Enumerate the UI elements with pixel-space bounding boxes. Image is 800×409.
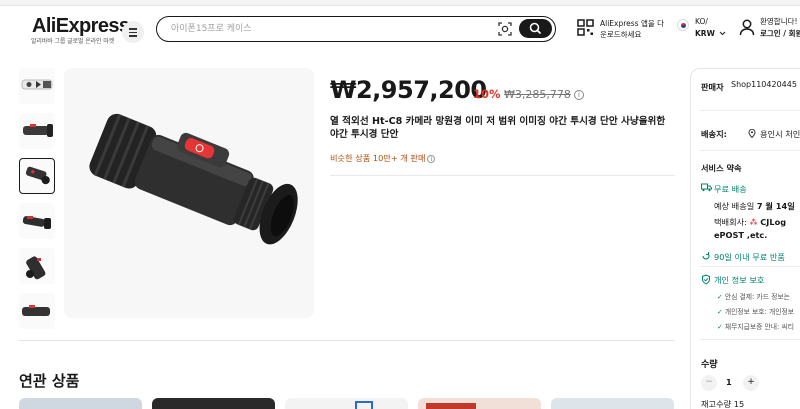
- free-shipping: 무료 배송: [714, 184, 747, 194]
- sold-count-text: 비슷한 상품 10만+ 개 판매: [330, 153, 426, 163]
- image-search-icon[interactable]: [498, 22, 512, 36]
- service-promise-title: 서비스 약속: [701, 163, 742, 173]
- info-icon[interactable]: i: [574, 90, 584, 100]
- quantity-value[interactable]: 1: [726, 377, 732, 387]
- related-product-1[interactable]: [19, 398, 142, 409]
- location-pin-icon: [748, 129, 756, 138]
- sold-info-icon[interactable]: i: [427, 154, 436, 163]
- hamburger-icon: [129, 28, 137, 30]
- aliexpress-logo[interactable]: AliExpress: [32, 15, 130, 38]
- related-product-4-graphic: [426, 403, 476, 409]
- delivery-label: 예상 배송일: [714, 201, 755, 211]
- sold-count: 비슷한 상품 10만+ 개 판매 i: [330, 152, 436, 164]
- divider: [330, 175, 675, 176]
- search-bar: [156, 16, 556, 42]
- thumbnail-2[interactable]: [19, 113, 55, 149]
- quantity-decrease-button[interactable]: −: [701, 375, 717, 391]
- original-price: ₩3,285,778: [504, 88, 571, 101]
- courier-name: CJLog: [760, 217, 787, 227]
- shipping-location[interactable]: 용인시 처인: [760, 128, 800, 140]
- seller-label: 판매자: [701, 82, 724, 92]
- welcome-text: 환영합니다!: [760, 17, 798, 26]
- courier-info: 택배회사: ⁂ CJLog: [714, 216, 786, 228]
- privacy-item-1-text: 안심 결제: 카드 정보는: [724, 293, 790, 301]
- thumbnail-4[interactable]: [19, 203, 55, 239]
- login-link[interactable]: 로그인 / 회원: [760, 28, 800, 40]
- product-main-image[interactable]: [64, 68, 314, 318]
- menu-button[interactable]: [122, 21, 144, 43]
- related-products-title: 연관 상품: [19, 372, 80, 390]
- search-input[interactable]: [171, 21, 481, 37]
- shield-icon: [702, 274, 710, 285]
- privacy-item-2-text: 개인정보 보호: 개인정보: [724, 308, 795, 316]
- related-product-3-graphic: [355, 401, 373, 409]
- free-return[interactable]: 90일 이내 무료 반품: [714, 251, 785, 263]
- stock-count: 재고수량 15: [701, 399, 745, 409]
- privacy-title[interactable]: 개인 정보 보호: [714, 274, 764, 286]
- related-product-3[interactable]: [285, 398, 408, 409]
- thumbnail-image: [22, 305, 50, 316]
- thumbnail-5[interactable]: [19, 248, 55, 284]
- divider: [19, 340, 675, 341]
- privacy-item-2: ✓ 개인정보 보호: 개인정보: [717, 306, 794, 316]
- hamburger-icon-line: [129, 31, 137, 33]
- courier-logo-icon: ⁂: [749, 217, 758, 227]
- thumbnail-image: [22, 216, 51, 229]
- search-button[interactable]: [519, 19, 552, 38]
- price: ₩2,957,200: [330, 76, 487, 104]
- app-line-2: 운로드하세요: [600, 30, 642, 39]
- privacy-item-1: ✓ 안심 결제: 카드 정보는: [717, 291, 790, 301]
- thumbnail-image: [21, 79, 53, 90]
- thumbnail-6[interactable]: [19, 293, 55, 329]
- korea-flag-icon: [677, 19, 689, 31]
- app-download[interactable]: AliExpress 앱을 다 운로드하세요: [577, 17, 667, 41]
- related-product-4[interactable]: [418, 398, 541, 409]
- logo-tagline: 알리바바 그룹 글로벌 온라인 마켓: [31, 38, 115, 45]
- related-product-5[interactable]: [551, 398, 674, 409]
- shipping-label: 배송지:: [701, 129, 727, 139]
- thumbnail-image: [23, 124, 53, 137]
- app-download-text: AliExpress 앱을 다 운로드하세요: [600, 18, 664, 40]
- app-line-1: AliExpress 앱을 다: [600, 19, 665, 28]
- thumbnail-image: [25, 166, 50, 185]
- divider: [700, 266, 800, 267]
- header: AliExpress 알리바바 그룹 글로벌 온라인 마켓 AliExpre: [0, 6, 800, 50]
- search-icon: [529, 22, 541, 34]
- thumbnail-3-selected[interactable]: [19, 158, 55, 194]
- related-product-2[interactable]: [152, 398, 275, 409]
- privacy-item-3-text: 채무지급보증 안내: 씨티: [724, 323, 795, 331]
- thermal-monocular-image: [89, 113, 298, 245]
- check-icon: ✓: [717, 293, 723, 301]
- quantity-increase-button[interactable]: +: [743, 375, 759, 391]
- thumbnail-1[interactable]: [19, 68, 55, 104]
- chevron-down-icon: [719, 31, 726, 36]
- product-title: 열 적외선 Ht-C8 카메라 망원경 이미 저 범위 이미징 야간 투시경 단…: [330, 116, 666, 140]
- divider: [700, 339, 800, 340]
- courier-more: ePOST ,etc.: [714, 230, 768, 240]
- currency-label: KRW: [695, 29, 715, 38]
- discount-percent: 10%: [473, 87, 501, 101]
- qr-code-icon: [577, 19, 594, 36]
- truck-icon: [701, 183, 712, 192]
- seller-name[interactable]: Shop110420445: [731, 80, 797, 89]
- lang-line-1: KO/: [695, 17, 708, 26]
- courier-label: 택배회사:: [714, 217, 747, 227]
- return-icon: [702, 252, 710, 260]
- quantity-label: 수량: [701, 360, 718, 370]
- thumbnail-image: [26, 256, 46, 280]
- privacy-item-3: ✓ 채무지급보증 안내: 씨티: [717, 321, 794, 331]
- divider: [700, 150, 800, 151]
- delivery-estimate: 예상 배송일 7 월 14일: [714, 200, 795, 212]
- check-icon: ✓: [717, 323, 723, 331]
- hamburger-icon-line: [129, 35, 137, 37]
- language-currency-selector[interactable]: KO/ KRW: [695, 16, 726, 40]
- account-menu[interactable]: 환영합니다! 로그인 / 회원: [760, 16, 800, 40]
- user-icon[interactable]: [739, 19, 755, 36]
- divider: [700, 110, 800, 111]
- check-icon: ✓: [717, 308, 723, 316]
- delivery-date: 7 월 14일: [756, 201, 795, 211]
